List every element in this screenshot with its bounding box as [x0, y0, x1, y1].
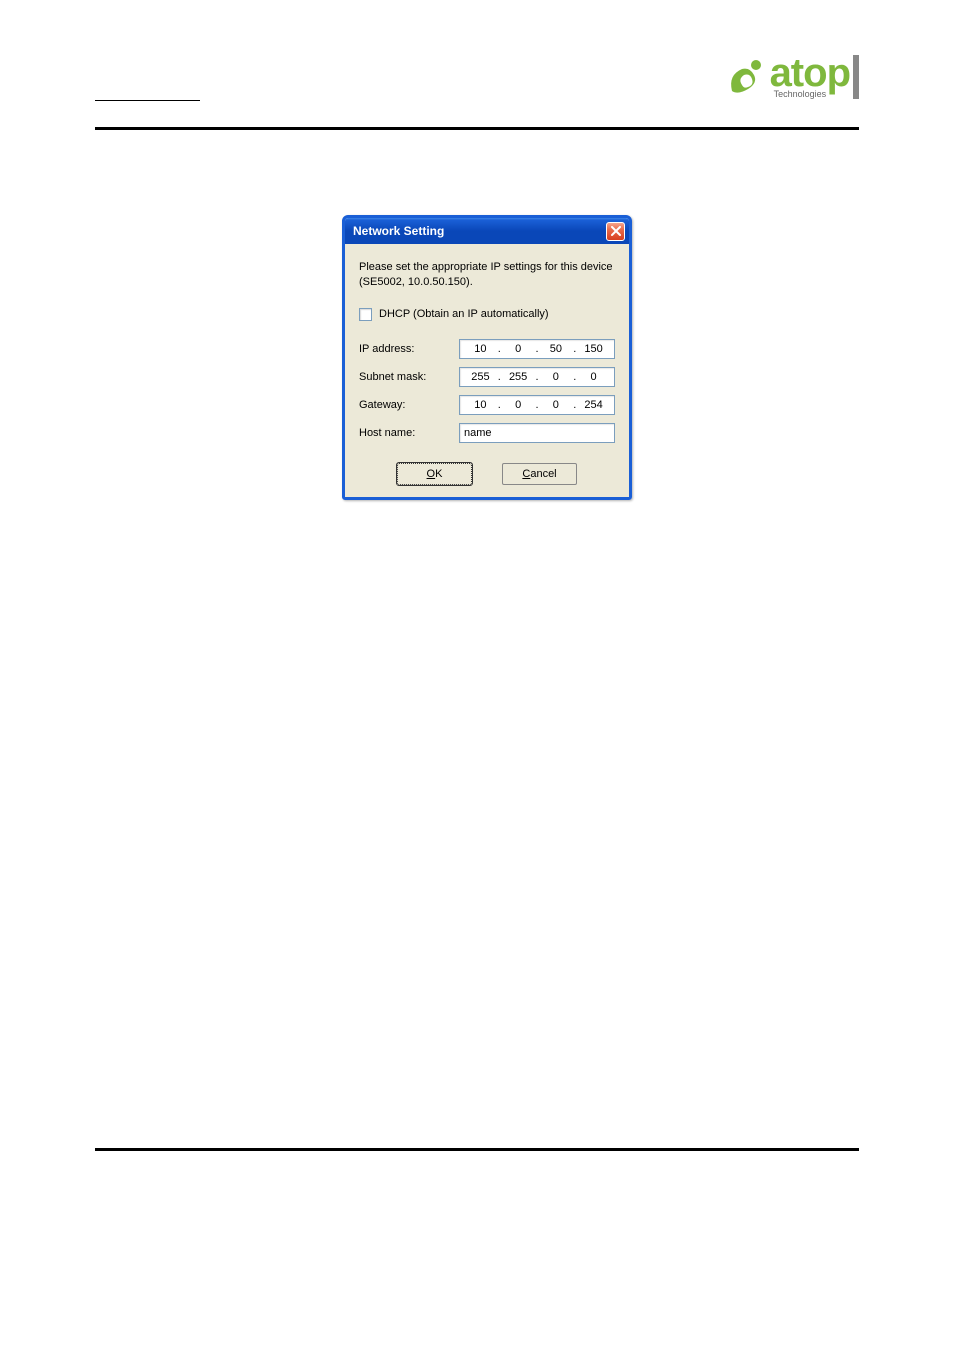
logo-bar	[853, 55, 859, 99]
ip-octet-1[interactable]: 10	[463, 343, 498, 355]
ip-octet-3[interactable]: 50	[538, 343, 573, 355]
dialog-body: Please set the appropriate IP settings f…	[345, 244, 629, 497]
ip-octet-2[interactable]: 0	[501, 343, 536, 355]
subnet-octet-3[interactable]: 0	[538, 371, 573, 383]
logo-tagline: Technologies	[774, 89, 827, 99]
button-row: OK Cancel	[359, 463, 615, 485]
ip-address-row: IP address: 10 . 0 . 50 . 150	[359, 339, 615, 359]
hostname-input[interactable]: name	[459, 423, 615, 443]
ok-button[interactable]: OK	[397, 463, 472, 485]
ip-address-input[interactable]: 10 . 0 . 50 . 150	[459, 339, 615, 359]
subnet-mask-row: Subnet mask: 255 . 255 . 0 . 0	[359, 367, 615, 387]
cancel-label-rest: ancel	[530, 468, 556, 480]
titlebar[interactable]: Network Setting	[345, 218, 629, 244]
footer-divider	[95, 1148, 859, 1151]
subnet-octet-2[interactable]: 255	[501, 371, 536, 383]
gateway-input[interactable]: 10 . 0 . 0 . 254	[459, 395, 615, 415]
logo-brand: atop	[770, 55, 850, 91]
dhcp-label: DHCP (Obtain an IP automatically)	[379, 308, 549, 320]
dhcp-checkbox[interactable]	[359, 308, 372, 321]
gateway-octet-4[interactable]: 254	[576, 399, 611, 411]
gateway-octet-3[interactable]: 0	[538, 399, 573, 411]
ok-label-rest: K	[435, 468, 442, 480]
subnet-mask-input[interactable]: 255 . 255 . 0 . 0	[459, 367, 615, 387]
logo-text: atop Technologies	[770, 55, 850, 99]
form-area: IP address: 10 . 0 . 50 . 150 Subnet mas…	[359, 339, 615, 451]
hostname-row: Host name: name	[359, 423, 615, 443]
ip-address-label: IP address:	[359, 343, 459, 355]
gateway-octet-2[interactable]: 0	[501, 399, 536, 411]
gateway-octet-1[interactable]: 10	[463, 399, 498, 411]
dialog-window: Network Setting Please set the appropria…	[342, 215, 632, 500]
dhcp-row: DHCP (Obtain an IP automatically)	[359, 308, 615, 321]
hostname-value: name	[464, 427, 492, 439]
window-title: Network Setting	[353, 224, 444, 238]
close-button[interactable]	[606, 222, 625, 241]
cancel-button[interactable]: Cancel	[502, 463, 577, 485]
subnet-mask-label: Subnet mask:	[359, 371, 459, 383]
logo: atop Technologies	[724, 55, 859, 99]
gateway-row: Gateway: 10 . 0 . 0 . 254	[359, 395, 615, 415]
ip-octet-4[interactable]: 150	[576, 343, 611, 355]
subnet-octet-1[interactable]: 255	[463, 371, 498, 383]
close-icon	[611, 226, 621, 236]
logo-icon	[724, 55, 768, 99]
gateway-label: Gateway:	[359, 399, 459, 411]
header-underline	[95, 100, 200, 101]
instruction-text: Please set the appropriate IP settings f…	[359, 260, 615, 290]
subnet-octet-4[interactable]: 0	[576, 371, 611, 383]
hostname-label: Host name:	[359, 427, 459, 439]
